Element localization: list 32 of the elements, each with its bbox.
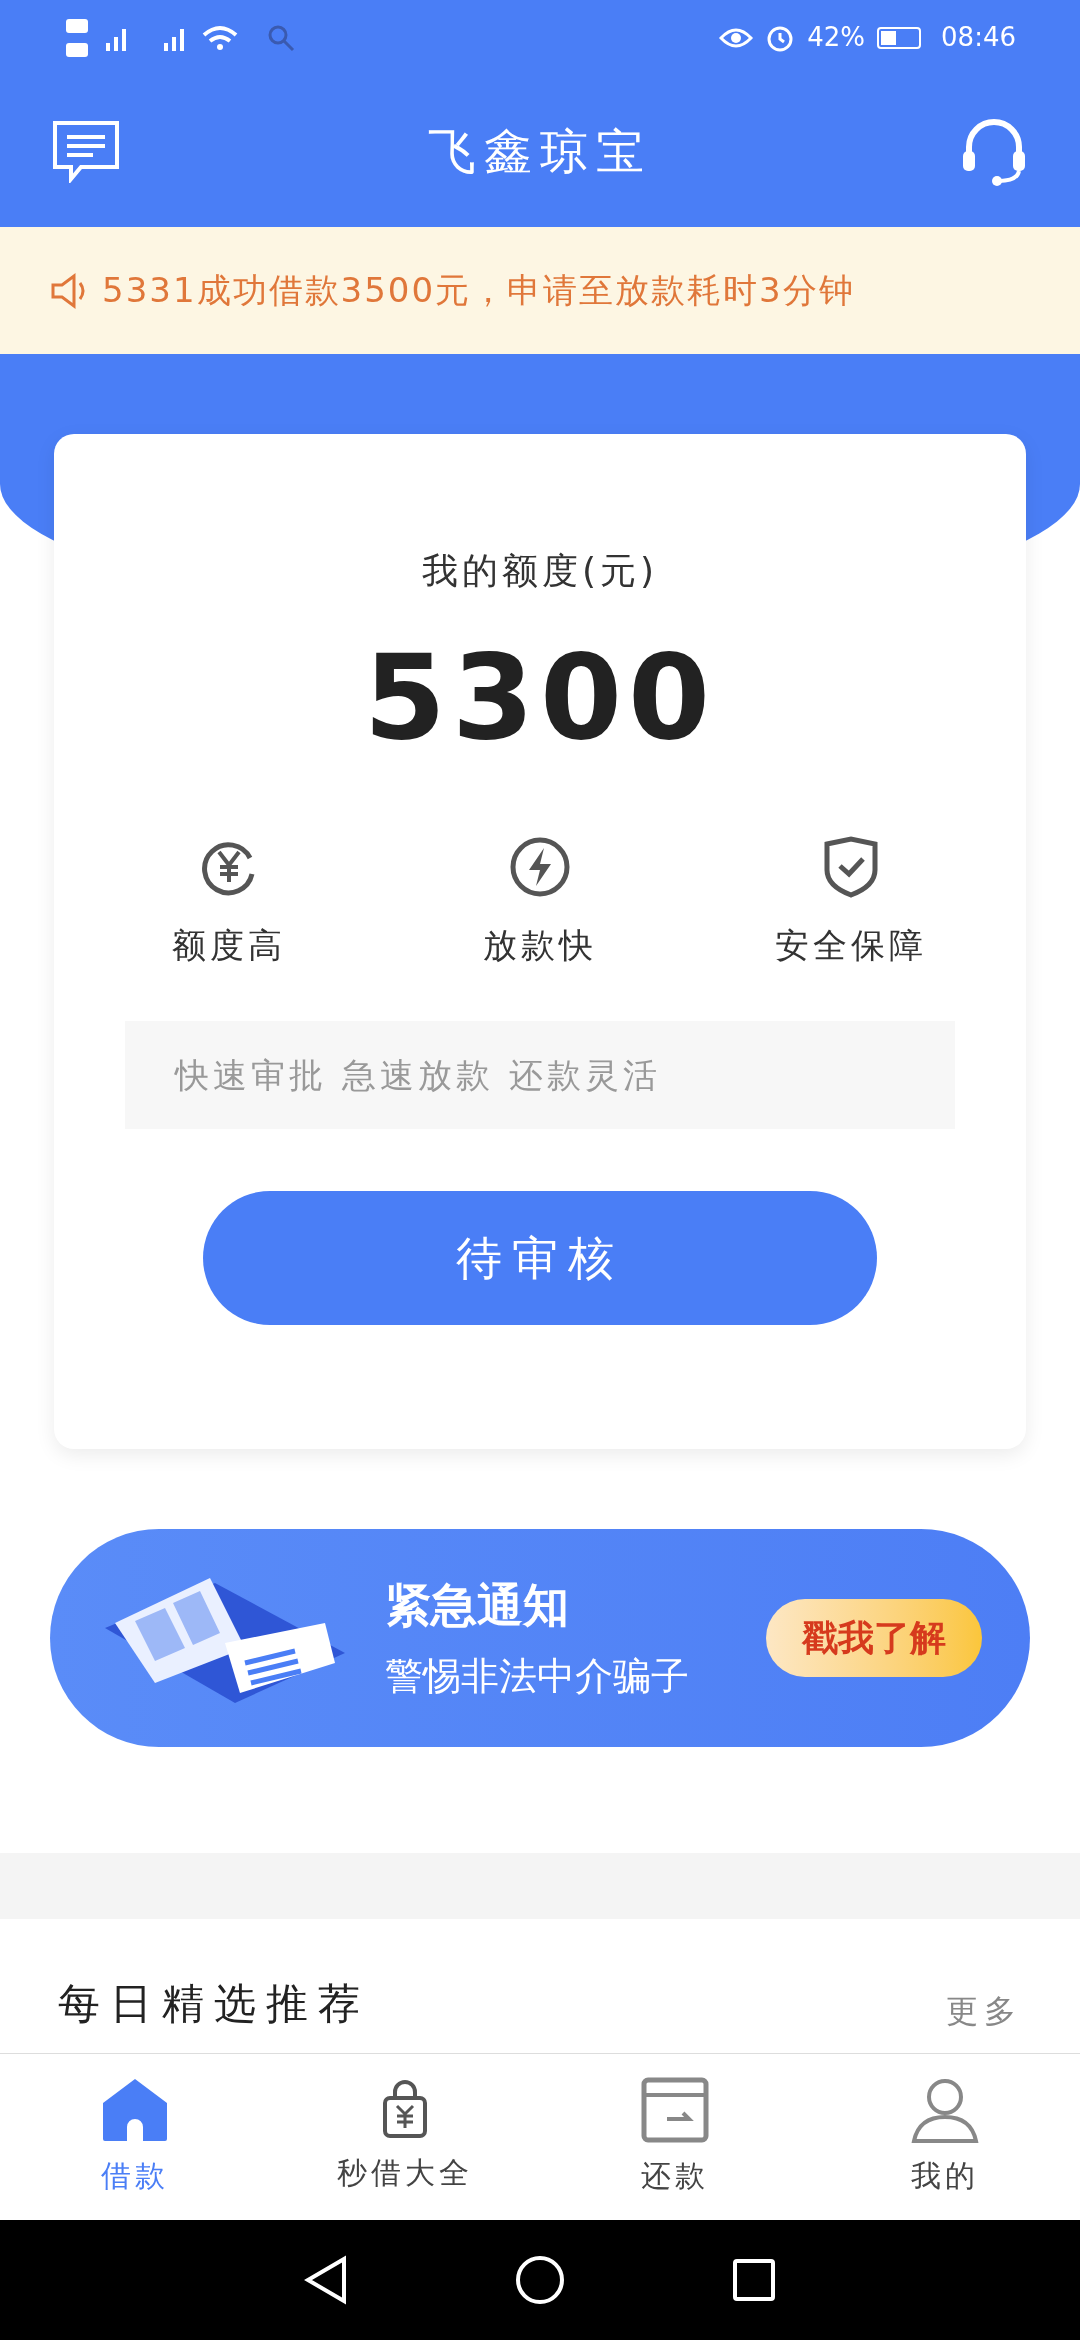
section-title: 每日精选推荐 [58, 1978, 370, 2030]
tab-item[interactable]: 还款 [540, 2054, 810, 2220]
learn-more-button[interactable]: 戳我了解 [766, 1599, 982, 1677]
card-icon [641, 2076, 709, 2143]
message-icon [51, 119, 121, 183]
back-icon[interactable] [303, 2255, 348, 2305]
home-circle-icon[interactable] [515, 2255, 565, 2305]
banner-subtitle: 警惕非法中介骗子 [385, 1653, 689, 1700]
tab-item[interactable]: 我的 [810, 2054, 1080, 2220]
home-icon [101, 2076, 169, 2143]
feature-label: 额度高 [172, 924, 287, 967]
feature-label: 安全保障 [774, 924, 927, 967]
shield-check-icon [822, 836, 879, 898]
person-icon [911, 2076, 979, 2143]
notice-text: 5331成功借款3500元，申请至放款耗时3分钟 [102, 269, 855, 312]
app-title: 飞鑫琼宝 [428, 122, 652, 181]
more-link[interactable]: 更多 [946, 1987, 1022, 2035]
clock-time: 08:46 [941, 21, 1016, 54]
credit-amount: 5300 [363, 638, 717, 756]
banner-title: 紧急通知 [385, 1577, 570, 1634]
feature-label: 放款快 [483, 924, 597, 967]
tab-item[interactable]: 秒借大全 [270, 2054, 540, 2220]
slogan-text: 快速审批 急速放款 还款灵活 [125, 1021, 955, 1129]
credit-label: 我的额度(元) [421, 549, 659, 593]
shopping-bag-icon [382, 2079, 428, 2140]
promo-banner[interactable]: 紧急通知 警惕非法中介骗子 戳我了解 [50, 1529, 1030, 1747]
battery-icon [877, 26, 922, 49]
tab-item[interactable]: 借款 [0, 2054, 270, 2220]
pending-review-button[interactable]: 待审核 [203, 1191, 877, 1325]
battery-percentage: 42% [807, 21, 866, 54]
recent-apps-icon[interactable] [732, 2258, 777, 2302]
lightning-icon [509, 836, 571, 898]
